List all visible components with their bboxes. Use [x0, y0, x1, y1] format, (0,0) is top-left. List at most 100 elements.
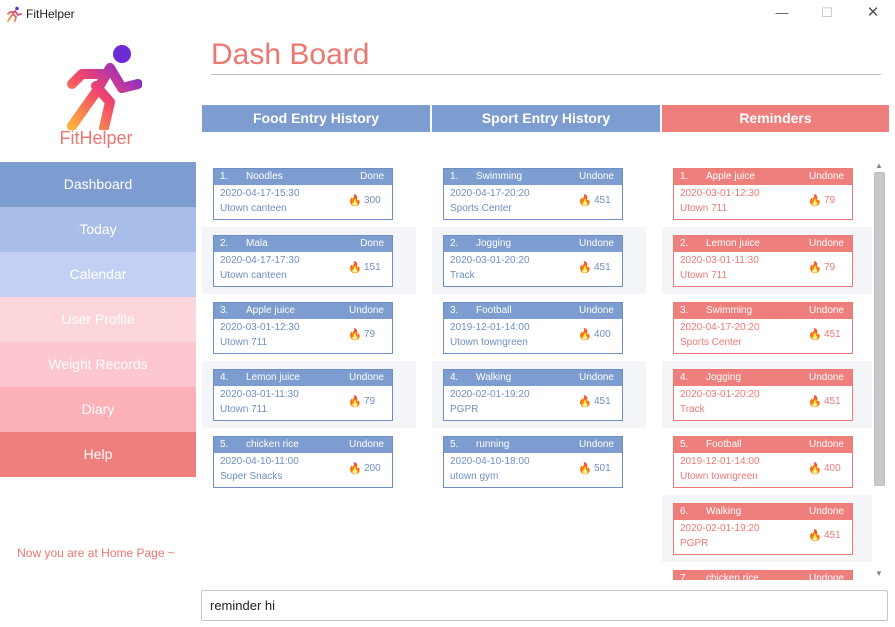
list-item[interactable]: 2. Lemon juice Undone 2020-03-01-11:30 Utown…	[662, 227, 872, 294]
sport-entry-list[interactable]: 1. Swimming Undone 2020-04-17-20:20 Sports C…	[432, 160, 646, 495]
entry-index: 1.	[680, 171, 689, 182]
entry-place: Utown 711	[220, 337, 268, 348]
entry-card[interactable]: 2. Jogging Undone 2020-03-01-20:20 Track 🔥 451	[443, 235, 623, 287]
sidebar-item-diary[interactable]: Diary	[0, 387, 196, 432]
minimize-button[interactable]: —	[772, 4, 792, 22]
entry-name: Swimming	[706, 305, 753, 316]
entry-card-body: 2020-04-17-20:20 Sports Center 🔥 451	[444, 185, 622, 219]
list-item[interactable]: 7. chicken rice Undone	[662, 562, 872, 580]
entry-card[interactable]: 4. Lemon juice Undone 2020-03-01-11:30 Utown…	[213, 369, 393, 421]
entry-card[interactable]: 5. running Undone 2020-04-10-18:00 utown gym…	[443, 436, 623, 488]
entry-card-header: 2. Lemon juice Undone	[674, 236, 852, 252]
entry-status: Undone	[808, 372, 844, 383]
entry-place: PGPR	[450, 404, 479, 415]
entry-card-header: 7. chicken rice Undone	[674, 571, 852, 580]
entry-name: Apple juice	[706, 171, 755, 182]
scroll-up-arrow[interactable]: ▲	[873, 160, 885, 172]
entry-place: Utown 711	[220, 404, 268, 415]
entry-status: Undone	[808, 439, 844, 450]
food-history-header: Food Entry History	[202, 105, 430, 132]
entry-index: 5.	[220, 439, 229, 450]
scroll-thumb[interactable]	[874, 172, 885, 486]
list-item[interactable]: 5. chicken rice Undone 2020-04-10-11:00 Supe…	[202, 428, 416, 495]
entry-status: Undone	[578, 372, 614, 383]
list-item[interactable]: 1. Apple juice Undone 2020-03-01-12:30 Utown…	[662, 160, 872, 227]
fire-icon: 🔥	[808, 329, 822, 341]
sidebar-item-weight-records[interactable]: Weight Records	[0, 342, 196, 387]
list-item[interactable]: 1. Noodles Done 2020-04-17-15:30 Utown cante…	[202, 160, 416, 227]
entry-place: Track	[450, 270, 475, 281]
list-item[interactable]: 2. Mala Done 2020-04-17-17:30 Utown canteen 🔥…	[202, 227, 416, 294]
sidebar-item-dashboard[interactable]: Dashboard	[0, 162, 196, 207]
dashboard-lists[interactable]: 1. Noodles Done 2020-04-17-15:30 Utown cante…	[202, 160, 872, 580]
entry-card[interactable]: 2. Mala Done 2020-04-17-17:30 Utown canteen 🔥…	[213, 235, 393, 287]
entry-status: Undone	[348, 439, 384, 450]
window-titlebar: FitHelper — ☐ ✕	[0, 0, 895, 28]
sidebar-item-calendar[interactable]: Calendar	[0, 252, 196, 297]
fire-icon: 🔥	[808, 463, 822, 475]
list-item[interactable]: 5. Football Undone 2019-12-01-14:00 Utown to…	[662, 428, 872, 495]
entry-place: Utown towngreen	[450, 337, 528, 348]
title-divider	[211, 74, 881, 75]
entry-calories: 79	[824, 262, 836, 273]
entry-card[interactable]: 4. Jogging Undone 2020-03-01-20:20 Track 🔥 451	[673, 369, 853, 421]
list-item[interactable]: 3. Football Undone 2019-12-01-14:00 Utown to…	[432, 294, 646, 361]
entry-index: 1.	[450, 171, 459, 182]
entry-card[interactable]: 3. Apple juice Undone 2020-03-01-12:30 Utown…	[213, 302, 393, 354]
entry-index: 3.	[450, 305, 459, 316]
reminder-list[interactable]: 1. Apple juice Undone 2020-03-01-12:30 Utown…	[662, 160, 872, 580]
entry-card[interactable]: 1. Swimming Undone 2020-04-17-20:20 Sports C…	[443, 168, 623, 220]
entry-card[interactable]: 3. Football Undone 2019-12-01-14:00 Utown to…	[443, 302, 623, 354]
sport-history-header: Sport Entry History	[432, 105, 660, 132]
list-item[interactable]: 5. running Undone 2020-04-10-18:00 utown gym…	[432, 428, 646, 495]
entry-name: Football	[706, 439, 742, 450]
entry-calories: 79	[364, 329, 376, 340]
entry-card-body: 2019-12-01-14:00 Utown towngreen 🔥 400	[444, 319, 622, 353]
entry-card-body: 2020-03-01-12:30 Utown 711 🔥 79	[214, 319, 392, 353]
list-item[interactable]: 4. Jogging Undone 2020-03-01-20:20 Track 🔥 451	[662, 361, 872, 428]
entry-datetime: 2019-12-01-14:00	[450, 322, 530, 333]
command-input[interactable]	[201, 590, 888, 621]
list-item[interactable]: 3. Apple juice Undone 2020-03-01-12:30 Utown…	[202, 294, 416, 361]
close-button[interactable]: ✕	[863, 4, 883, 22]
entry-card[interactable]: 5. Football Undone 2019-12-01-14:00 Utown to…	[673, 436, 853, 488]
entry-card-body: 2020-04-10-11:00 Super Snacks 🔥 200	[214, 453, 392, 487]
vertical-scrollbar[interactable]: ▲ ▼	[873, 160, 885, 580]
entry-name: Walking	[706, 506, 742, 517]
list-item[interactable]: 4. Walking Undone 2020-02-01-19:20 PGPR 🔥 451	[432, 361, 646, 428]
entry-card[interactable]: 5. chicken rice Undone 2020-04-10-11:00 Supe…	[213, 436, 393, 488]
entry-index: 4.	[680, 372, 689, 383]
entry-status: Undone	[808, 238, 844, 249]
entry-card[interactable]: 2. Lemon juice Undone 2020-03-01-11:30 Utown…	[673, 235, 853, 287]
list-item[interactable]: 6. Walking Undone 2020-02-01-19:20 PGPR 🔥 451	[662, 495, 872, 562]
scroll-down-arrow[interactable]: ▼	[873, 568, 885, 580]
entry-card[interactable]: 1. Noodles Done 2020-04-17-15:30 Utown cante…	[213, 168, 393, 220]
sidebar-item-help[interactable]: Help	[0, 432, 196, 477]
list-item[interactable]: 2. Jogging Undone 2020-03-01-20:20 Track 🔥 451	[432, 227, 646, 294]
entry-place: Super Snacks	[220, 471, 283, 482]
fire-icon: 🔥	[808, 396, 822, 408]
entry-place: PGPR	[680, 538, 709, 549]
entry-card[interactable]: 7. chicken rice Undone	[673, 570, 853, 580]
food-entry-list[interactable]: 1. Noodles Done 2020-04-17-15:30 Utown cante…	[202, 160, 416, 495]
fire-icon: 🔥	[348, 463, 362, 475]
entry-card[interactable]: 6. Walking Undone 2020-02-01-19:20 PGPR 🔥 451	[673, 503, 853, 555]
entry-name: Mala	[246, 238, 268, 249]
entry-card-header: 4. Jogging Undone	[674, 370, 852, 386]
list-item[interactable]: 3. Swimming Undone 2020-04-17-20:20 Sports C…	[662, 294, 872, 361]
fire-icon: 🔥	[578, 195, 592, 207]
entry-card[interactable]: 1. Apple juice Undone 2020-03-01-12:30 Utown…	[673, 168, 853, 220]
entry-name: chicken rice	[706, 573, 759, 580]
fire-icon: 🔥	[578, 329, 592, 341]
entry-datetime: 2020-04-17-17:30	[220, 255, 300, 266]
entry-card-body: 2020-04-17-20:20 Sports Center 🔥 451	[674, 319, 852, 353]
fire-icon: 🔥	[348, 262, 362, 274]
list-item[interactable]: 4. Lemon juice Undone 2020-03-01-11:30 Utown…	[202, 361, 416, 428]
sidebar-item-user-profile[interactable]: User Profile	[0, 297, 196, 342]
list-item[interactable]: 1. Swimming Undone 2020-04-17-20:20 Sports C…	[432, 160, 646, 227]
entry-card[interactable]: 4. Walking Undone 2020-02-01-19:20 PGPR 🔥 451	[443, 369, 623, 421]
maximize-button[interactable]: ☐	[817, 4, 837, 22]
entry-card[interactable]: 3. Swimming Undone 2020-04-17-20:20 Sports C…	[673, 302, 853, 354]
entry-datetime: 2020-03-01-11:30	[680, 255, 759, 266]
sidebar-item-today[interactable]: Today	[0, 207, 196, 252]
